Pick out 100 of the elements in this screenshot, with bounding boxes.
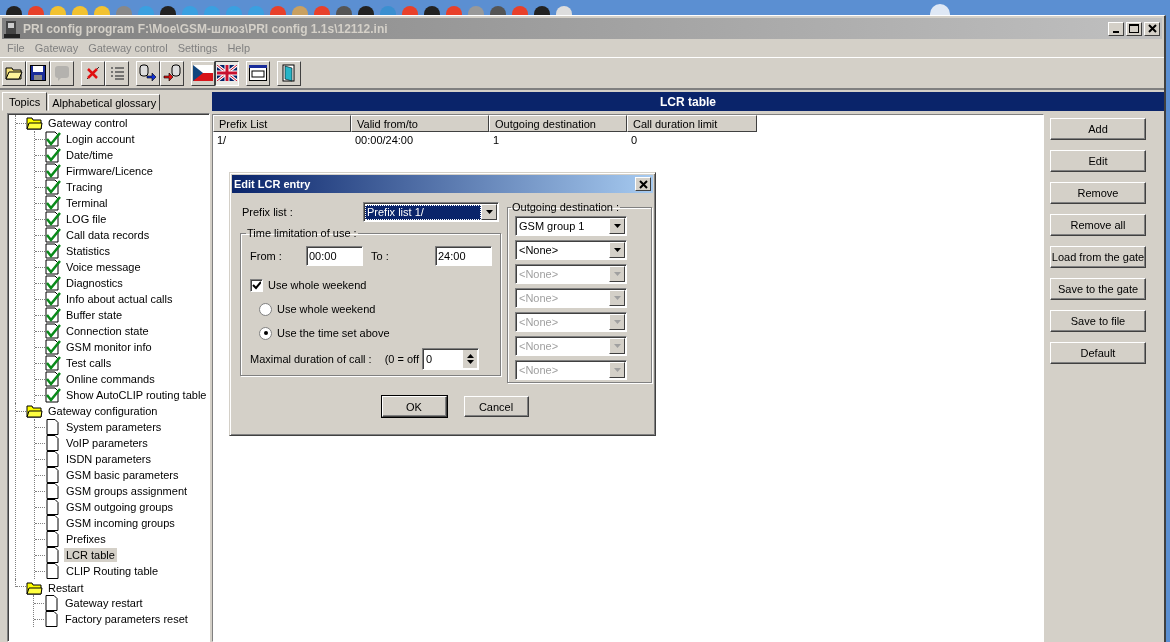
radio-label: Use whole weekend bbox=[277, 303, 376, 315]
action-button[interactable]: Load from the gate bbox=[1050, 246, 1146, 268]
tree-item[interactable]: Prefixes bbox=[64, 532, 108, 546]
prefix-dropdown[interactable]: Prefix list 1/ bbox=[363, 202, 499, 222]
column-header[interactable]: Outgoing destination bbox=[489, 115, 627, 132]
table-cell-text: 00:00/24:00 bbox=[354, 134, 415, 146]
tree-item[interactable]: Diagnostics bbox=[64, 276, 125, 290]
tree-item[interactable]: GSM incoming groups bbox=[64, 516, 177, 530]
tree-item[interactable]: Test calls bbox=[64, 356, 114, 370]
tree-item[interactable]: GSM basic parameters bbox=[64, 468, 181, 482]
checked-page-icon bbox=[45, 387, 61, 403]
table-cell-text: 1 bbox=[492, 134, 501, 146]
tree-item[interactable]: Voice message bbox=[64, 260, 143, 274]
radio-button[interactable] bbox=[259, 326, 272, 340]
field-label: To : bbox=[370, 250, 390, 262]
tree-item[interactable]: Firmware/Licence bbox=[64, 164, 155, 178]
page-icon bbox=[45, 483, 61, 499]
checked-page-icon bbox=[45, 211, 61, 227]
tree-item[interactable]: Statistics bbox=[64, 244, 112, 258]
tree-item[interactable]: Info about actual calls bbox=[64, 292, 175, 306]
page-icon bbox=[44, 611, 60, 627]
action-button[interactable]: Edit bbox=[1050, 150, 1146, 172]
checked-page-icon bbox=[45, 163, 61, 179]
tree-item[interactable]: Online commands bbox=[64, 372, 157, 386]
panel-title: LCR table bbox=[660, 94, 716, 109]
caret-icon bbox=[613, 320, 621, 324]
to-field[interactable]: 24:00 bbox=[435, 246, 492, 266]
page-icon bbox=[45, 531, 61, 547]
checked-page-icon bbox=[45, 355, 61, 371]
tree-item[interactable]: GSM groups assignment bbox=[64, 484, 190, 498]
radio-label: Use the time set above bbox=[277, 327, 390, 339]
tree-item[interactable]: Login account bbox=[64, 132, 137, 146]
destination-dropdown[interactable]: GSM group 1 bbox=[515, 216, 627, 236]
speech-bubble-icon bbox=[54, 65, 70, 81]
tree-item[interactable]: Show AutoCLIP routing table bbox=[64, 388, 209, 402]
tree-item[interactable]: Connection state bbox=[64, 324, 151, 338]
caret-icon bbox=[613, 296, 621, 300]
checked-page-icon bbox=[45, 179, 61, 195]
tree-item[interactable]: Restart bbox=[46, 581, 86, 595]
checked-page-icon bbox=[45, 227, 61, 243]
tree-item[interactable]: Date/time bbox=[64, 148, 116, 162]
checked-page-icon bbox=[45, 243, 61, 259]
dialog-button[interactable]: Cancel bbox=[463, 396, 529, 417]
caret-icon bbox=[613, 344, 621, 348]
cross-icon bbox=[85, 65, 101, 81]
tree-item[interactable]: Call data records bbox=[64, 228, 152, 242]
tree-item[interactable]: Terminal bbox=[64, 196, 110, 210]
tree-item[interactable]: ISDN parameters bbox=[64, 452, 153, 466]
page-icon bbox=[45, 467, 61, 483]
tree-item[interactable]: Tracing bbox=[64, 180, 105, 194]
checked-page-icon bbox=[45, 147, 61, 163]
checked-page-icon bbox=[45, 131, 61, 147]
tab[interactable]: Topics bbox=[2, 92, 48, 111]
close-button[interactable] bbox=[1144, 21, 1160, 36]
duration-spinner[interactable]: 0 bbox=[422, 348, 480, 370]
tree-item[interactable]: Factory parameters reset bbox=[63, 612, 190, 626]
destination-dropdown[interactable]: <None> bbox=[515, 240, 627, 260]
maximize-icon bbox=[1129, 24, 1139, 33]
tree-item[interactable]: VoIP parameters bbox=[64, 436, 150, 450]
maximize-button[interactable] bbox=[1126, 21, 1142, 36]
tree-item[interactable]: CLIP Routing table bbox=[64, 564, 161, 578]
page-icon bbox=[45, 563, 61, 579]
dialog-button[interactable]: OK bbox=[381, 396, 447, 417]
tree-item[interactable]: GSM outgoing groups bbox=[64, 500, 175, 514]
action-button[interactable]: Default bbox=[1050, 342, 1146, 364]
action-button[interactable]: Add bbox=[1050, 118, 1146, 140]
door-icon bbox=[281, 64, 297, 82]
tree-item[interactable]: Gateway configuration bbox=[46, 404, 160, 418]
tree-item[interactable]: LCR table bbox=[64, 548, 117, 562]
toolbar-button[interactable] bbox=[215, 60, 239, 86]
column-header[interactable]: Prefix List bbox=[213, 115, 351, 132]
radio-button[interactable] bbox=[259, 302, 272, 316]
page-icon bbox=[45, 419, 61, 435]
tab[interactable]: Alphabetical glossary bbox=[48, 94, 161, 111]
column-header[interactable]: Call duration limit bbox=[627, 115, 757, 132]
dialog-title: Edit LCR entry bbox=[234, 178, 311, 190]
tree-item[interactable]: System parameters bbox=[64, 420, 164, 434]
column-header[interactable]: Valid from/to bbox=[351, 115, 489, 132]
action-button[interactable]: Remove bbox=[1050, 182, 1146, 204]
action-button[interactable]: Save to file bbox=[1050, 310, 1146, 332]
checkbox[interactable] bbox=[250, 278, 263, 292]
czech-flag-icon bbox=[193, 65, 213, 81]
caret-icon bbox=[613, 368, 621, 372]
field-label: Prefix list : bbox=[242, 206, 293, 218]
tree-item[interactable]: Gateway restart bbox=[63, 596, 145, 610]
from-field[interactable]: 00:00 bbox=[306, 246, 363, 266]
page-icon bbox=[45, 547, 61, 563]
action-button[interactable]: Remove all bbox=[1050, 214, 1146, 236]
tree-item[interactable]: LOG file bbox=[64, 212, 109, 226]
tree-item[interactable]: Gateway control bbox=[46, 116, 130, 130]
folder-icon bbox=[5, 65, 23, 81]
group-title: Time limitation of use : bbox=[246, 227, 358, 239]
close-button[interactable] bbox=[635, 177, 651, 191]
minimize-button[interactable] bbox=[1108, 21, 1124, 36]
checked-page-icon bbox=[45, 195, 61, 211]
action-button[interactable]: Save to the gate bbox=[1050, 278, 1146, 300]
checked-page-icon bbox=[45, 371, 61, 387]
tree-item[interactable]: GSM monitor info bbox=[64, 340, 154, 354]
table-cell-text: 0 bbox=[630, 134, 639, 146]
tree-item[interactable]: Buffer state bbox=[64, 308, 125, 322]
